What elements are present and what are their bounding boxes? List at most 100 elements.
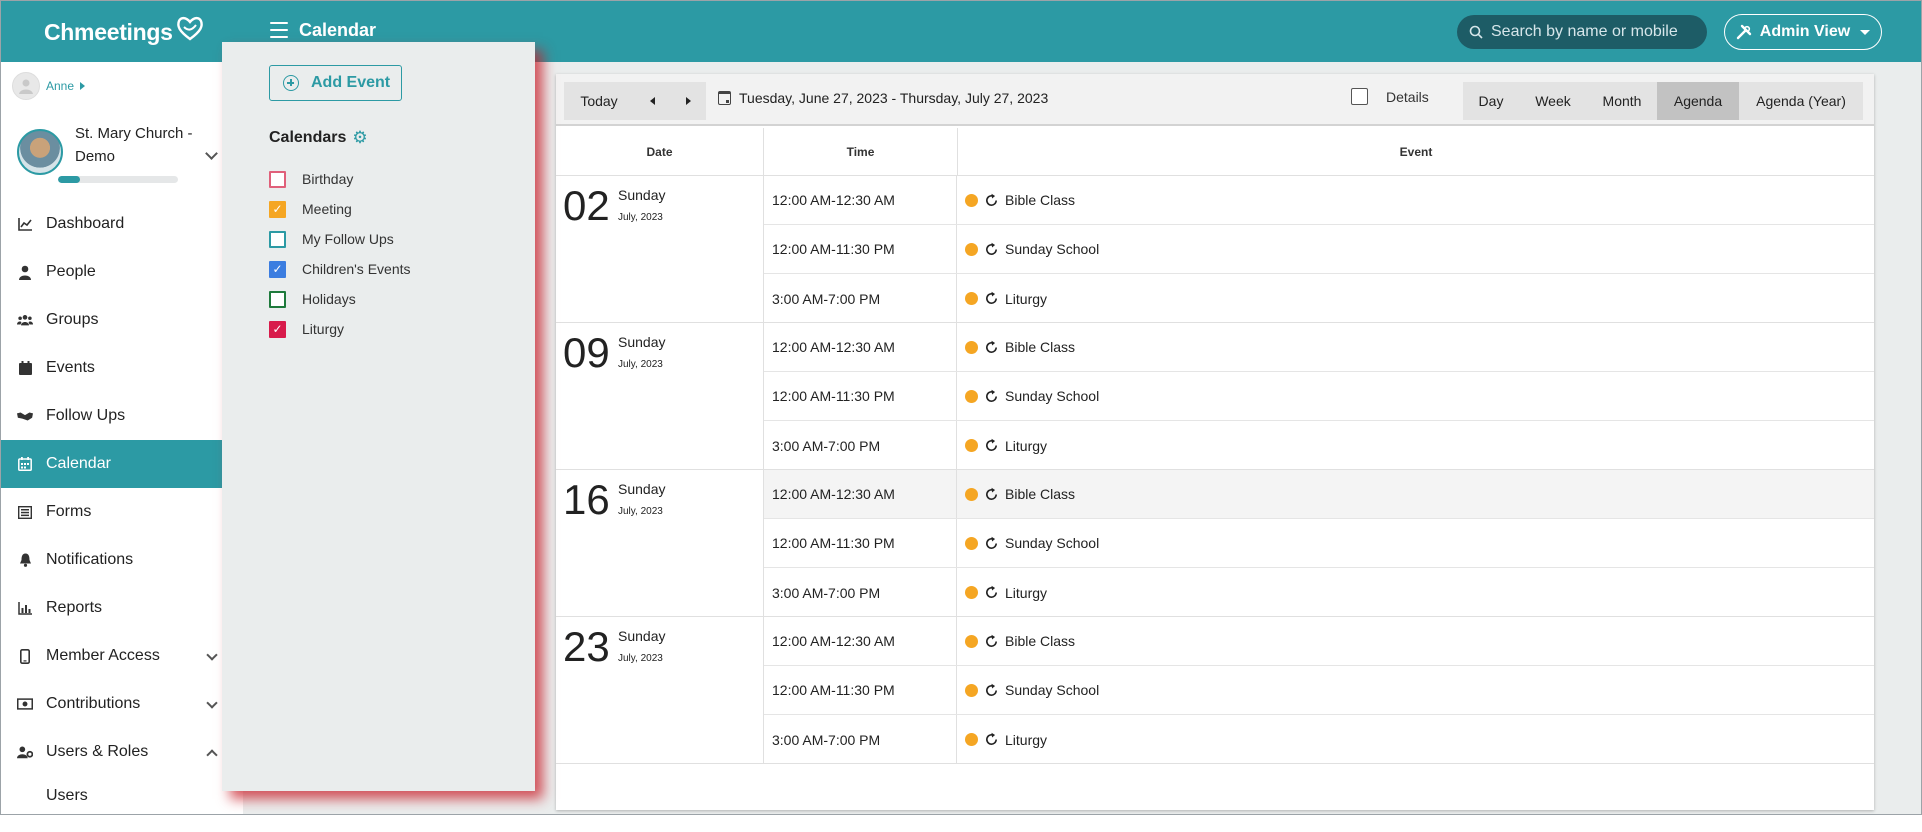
event-title[interactable]: Sunday School xyxy=(1005,682,1099,698)
event-title[interactable]: Bible Class xyxy=(1005,486,1075,502)
event-title[interactable]: Liturgy xyxy=(1005,438,1047,454)
calendar-checkbox[interactable]: ✓ xyxy=(269,200,286,218)
caret-right-icon xyxy=(80,82,86,90)
event-color-dot xyxy=(965,439,978,452)
sidebar: Anne St. Mary Church - Demo Dashboard Peo… xyxy=(1,62,222,814)
search-box[interactable] xyxy=(1457,15,1707,49)
event-title[interactable]: Sunday School xyxy=(1005,535,1099,551)
event-title[interactable]: Liturgy xyxy=(1005,732,1047,748)
event-cell[interactable]: Bible Class xyxy=(957,176,1075,224)
event-title[interactable]: Sunday School xyxy=(1005,241,1099,257)
calendar-checkbox[interactable] xyxy=(269,290,286,308)
event-time: 3:00 AM-7:00 PM xyxy=(764,274,957,323)
view-agenda-button[interactable]: Agenda xyxy=(1657,82,1739,120)
calendar-checkbox[interactable]: ✓ xyxy=(269,320,286,338)
chart-line-icon xyxy=(17,216,33,232)
user-menu[interactable]: Anne xyxy=(12,72,86,100)
menu-toggle-icon[interactable] xyxy=(270,22,288,38)
agenda-event-row[interactable]: 3:00 AM-7:00 PM Liturgy xyxy=(764,274,1874,323)
event-title[interactable]: Bible Class xyxy=(1005,339,1075,355)
agenda-event-row[interactable]: 12:00 AM-11:30 PM Sunday School xyxy=(764,225,1874,274)
event-title[interactable]: Bible Class xyxy=(1005,633,1075,649)
church-selector[interactable]: St. Mary Church - Demo xyxy=(17,122,222,182)
agenda-event-row[interactable]: 3:00 AM-7:00 PM Liturgy xyxy=(764,421,1874,470)
event-cell[interactable]: Liturgy xyxy=(957,568,1047,617)
calendar-item-birthday[interactable]: Birthday xyxy=(269,164,411,194)
sidebar-item-people[interactable]: People xyxy=(1,248,222,296)
gear-icon[interactable]: ⚙ xyxy=(352,128,367,148)
calendar-item-meeting[interactable]: ✓ Meeting xyxy=(269,194,411,224)
view-agenda-year-button[interactable]: Agenda (Year) xyxy=(1739,82,1863,120)
calendar-checkbox[interactable] xyxy=(269,170,286,188)
view-day-button[interactable]: Day xyxy=(1463,82,1519,120)
event-time: 3:00 AM-7:00 PM xyxy=(764,421,957,470)
header-time: Time xyxy=(764,128,958,175)
date-day-number[interactable]: 16 xyxy=(563,476,610,524)
date-weekday: Sunday xyxy=(618,628,666,644)
bar-chart-icon xyxy=(17,600,33,616)
event-cell[interactable]: Bible Class xyxy=(957,470,1075,518)
event-title[interactable]: Sunday School xyxy=(1005,388,1099,404)
calendar-item-holidays[interactable]: Holidays xyxy=(269,284,411,314)
sidebar-item-calendar[interactable]: Calendar xyxy=(1,440,222,488)
calendar-item-liturgy[interactable]: ✓ Liturgy xyxy=(269,314,411,344)
sidebar-item-groups[interactable]: Groups xyxy=(1,296,222,344)
sidebar-item-dashboard[interactable]: Dashboard xyxy=(1,200,222,248)
user-name: Anne xyxy=(46,79,75,93)
sidebar-subitem-users[interactable]: Users xyxy=(1,776,222,814)
agenda-event-row[interactable]: 12:00 AM-12:30 AM Bible Class xyxy=(764,323,1874,372)
event-cell[interactable]: Sunday School xyxy=(957,372,1099,420)
sidebar-item-events[interactable]: Events xyxy=(1,344,222,392)
agenda-event-row[interactable]: 12:00 AM-12:30 AM Bible Class xyxy=(764,176,1874,225)
event-cell[interactable]: Sunday School xyxy=(957,225,1099,273)
sidebar-item-member-access[interactable]: Member Access xyxy=(1,632,222,680)
agenda-event-row[interactable]: 12:00 AM-12:30 AM Bible Class xyxy=(764,470,1874,519)
event-cell[interactable]: Liturgy xyxy=(957,421,1047,470)
agenda-event-row[interactable]: 12:00 AM-11:30 PM Sunday School xyxy=(764,519,1874,568)
event-cell[interactable]: Liturgy xyxy=(957,715,1047,764)
agenda-event-row[interactable]: 3:00 AM-7:00 PM Liturgy xyxy=(764,715,1874,764)
app-logo[interactable]: Chmeetings xyxy=(44,14,205,50)
event-time: 12:00 AM-12:30 AM xyxy=(764,617,957,665)
next-button[interactable] xyxy=(670,82,706,120)
sidebar-item-reports[interactable]: Reports xyxy=(1,584,222,632)
agenda-event-row[interactable]: 12:00 AM-11:30 PM Sunday School xyxy=(764,372,1874,421)
search-input[interactable] xyxy=(1491,23,1691,41)
admin-view-button[interactable]: Admin View xyxy=(1724,14,1882,50)
event-cell[interactable]: Bible Class xyxy=(957,617,1075,665)
event-cell[interactable]: Bible Class xyxy=(957,323,1075,371)
agenda-event-row[interactable]: 3:00 AM-7:00 PM Liturgy xyxy=(764,568,1874,617)
sidebar-item-follow-ups[interactable]: Follow Ups xyxy=(1,392,222,440)
agenda-event-row[interactable]: 12:00 AM-11:30 PM Sunday School xyxy=(764,666,1874,715)
today-button[interactable]: Today xyxy=(564,82,634,120)
sidebar-item-contributions[interactable]: Contributions xyxy=(1,680,222,728)
event-cell[interactable]: Sunday School xyxy=(957,519,1099,567)
date-day-number[interactable]: 09 xyxy=(563,329,610,377)
calendar-item-my-follow-ups[interactable]: My Follow Ups xyxy=(269,224,411,254)
details-checkbox[interactable] xyxy=(1351,88,1368,105)
prev-button[interactable] xyxy=(634,82,670,120)
sidebar-item-label: Users & Roles xyxy=(46,743,149,760)
agenda-event-row[interactable]: 12:00 AM-12:30 AM Bible Class xyxy=(764,617,1874,666)
caret-right-icon xyxy=(685,97,691,105)
event-title[interactable]: Liturgy xyxy=(1005,291,1047,307)
date-day-number[interactable]: 02 xyxy=(563,182,610,230)
calendar-item-children-s-events[interactable]: ✓ Children's Events xyxy=(269,254,411,284)
event-time: 12:00 AM-12:30 AM xyxy=(764,323,957,371)
add-event-button[interactable]: Add Event xyxy=(269,65,402,101)
date-day-number[interactable]: 23 xyxy=(563,623,610,671)
sidebar-item-forms[interactable]: Forms xyxy=(1,488,222,536)
view-month-button[interactable]: Month xyxy=(1587,82,1657,120)
calendar-icon xyxy=(718,91,731,105)
event-cell[interactable]: Liturgy xyxy=(957,274,1047,323)
calendar-checkbox[interactable]: ✓ xyxy=(269,260,286,278)
sidebar-item-notifications[interactable]: Notifications xyxy=(1,536,222,584)
event-cell[interactable]: Sunday School xyxy=(957,666,1099,714)
event-title[interactable]: Bible Class xyxy=(1005,192,1075,208)
calendar-checkbox[interactable] xyxy=(269,230,286,248)
event-title[interactable]: Liturgy xyxy=(1005,585,1047,601)
sidebar-item-users-roles[interactable]: Users & Roles xyxy=(1,728,222,776)
view-week-button[interactable]: Week xyxy=(1519,82,1587,120)
details-toggle[interactable]: Details xyxy=(1351,88,1429,105)
handshake-icon xyxy=(17,408,33,424)
